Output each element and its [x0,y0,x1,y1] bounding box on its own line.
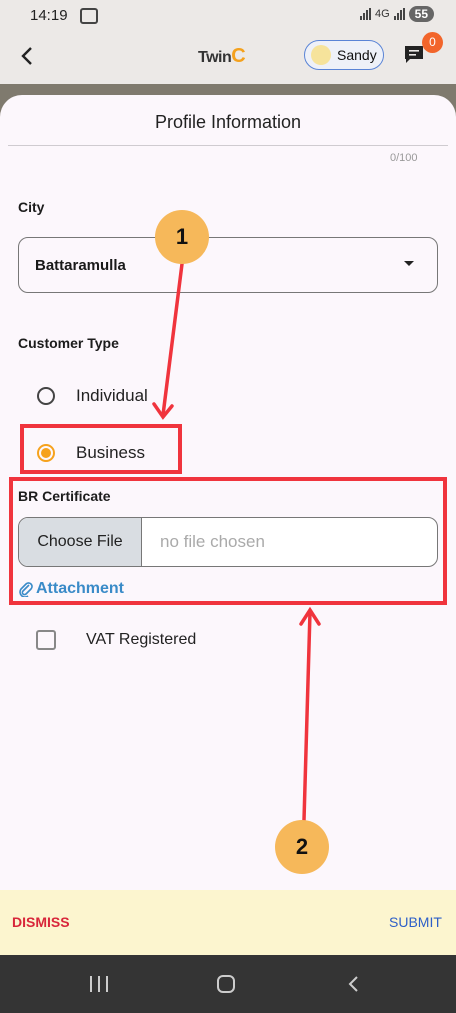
dropdown-caret-icon [404,261,414,266]
battery-icon: 55 [408,6,434,22]
vat-label[interactable]: VAT Registered [86,631,196,649]
vat-checkbox[interactable] [36,630,56,650]
city-value: Battaramulla [35,257,126,274]
user-chip[interactable]: Sandy [304,40,384,70]
radio-individual[interactable] [37,387,55,405]
status-time: 14:19 [30,7,68,24]
char-counter: 0/100 [390,152,418,164]
notification-badge: 0 [422,32,443,53]
logo-mark: C [231,45,246,67]
city-label: City [18,199,45,215]
screenshot-icon [80,8,98,24]
nav-back-icon[interactable] [346,975,362,993]
submit-button[interactable]: SUBMIT [389,914,442,930]
user-name: Sandy [337,47,377,63]
network-type: 4G [374,8,390,20]
radio-label-individual[interactable]: Individual [76,386,148,406]
customer-type-label: Customer Type [18,335,119,351]
annotation-marker-2: 2 [275,820,329,874]
dismiss-button[interactable]: DISMISS [12,914,70,930]
signal-icon-2 [393,8,405,20]
chat-icon[interactable] [403,44,425,64]
avatar [311,45,331,65]
divider [8,145,448,146]
signal-icon [359,8,371,20]
recent-apps-icon[interactable] [90,976,108,992]
logo-text: Twin [198,49,232,66]
app-logo: TwinC [198,45,246,68]
sheet-title: Profile Information [154,112,302,132]
annotation-marker-1: 1 [155,210,209,264]
annotation-box-1 [20,424,182,474]
annotation-box-2 [9,477,447,605]
status-indicators: 4G 55 [359,6,434,22]
home-icon[interactable] [217,975,235,993]
back-arrow-icon[interactable] [16,44,40,68]
